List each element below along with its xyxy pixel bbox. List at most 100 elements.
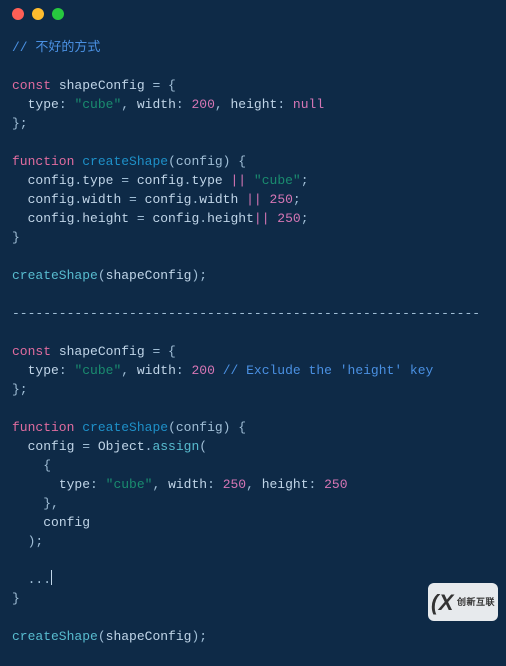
num-250: 250 xyxy=(277,211,300,226)
prop-width: width xyxy=(82,192,121,207)
punct: : xyxy=(176,97,192,112)
punct: (config) { xyxy=(168,154,246,169)
punct: } xyxy=(12,230,20,245)
punct: = { xyxy=(145,78,176,93)
punct: ; xyxy=(199,629,207,644)
ellipsis: ... xyxy=(28,572,51,587)
fn-createShape: createShape xyxy=(82,420,168,435)
fn-createShape: createShape xyxy=(82,154,168,169)
num-200: 200 xyxy=(191,363,214,378)
var-config: config xyxy=(28,173,75,188)
var-config: config xyxy=(145,192,192,207)
var-shapeConfig: shapeConfig xyxy=(106,629,192,644)
punct: ; xyxy=(199,268,207,283)
var-config: config xyxy=(137,173,184,188)
code-block: // 不好的方式 const shapeConfig = { type: "cu… xyxy=(0,28,506,666)
punct: = xyxy=(74,439,97,454)
prop-width: width xyxy=(137,97,176,112)
punct: = xyxy=(121,192,144,207)
num-200: 200 xyxy=(191,97,214,112)
var-config: config xyxy=(28,211,75,226)
keyword-function: function xyxy=(12,154,74,169)
comment-exclude: // Exclude the 'height' key xyxy=(223,363,434,378)
prop-height: height xyxy=(82,211,129,226)
const-null: null xyxy=(293,97,324,112)
var-config: config xyxy=(152,211,199,226)
punct: , xyxy=(121,97,137,112)
punct: }, xyxy=(43,496,59,511)
var-config: config xyxy=(28,192,75,207)
punct: = { xyxy=(145,344,176,359)
string-cube: "cube" xyxy=(74,97,121,112)
punct: ( xyxy=(199,439,207,454)
keyword-const: const xyxy=(12,78,51,93)
string-cube: "cube" xyxy=(254,173,301,188)
prop-type: type xyxy=(28,97,59,112)
punct: { xyxy=(43,458,51,473)
text-cursor-icon xyxy=(51,570,52,585)
op-or: || xyxy=(223,173,254,188)
punct: }; xyxy=(12,382,28,397)
op-or: || xyxy=(254,211,277,226)
prop-height: height xyxy=(207,211,254,226)
keyword-function: function xyxy=(12,420,74,435)
punct: = xyxy=(113,173,136,188)
punct: : xyxy=(176,363,192,378)
window-titlebar xyxy=(0,0,506,28)
call-createShape: createShape xyxy=(12,268,98,283)
watermark-icon: (X xyxy=(431,593,454,612)
num-250: 250 xyxy=(223,477,246,492)
punct: : xyxy=(59,363,75,378)
var-Object: Object xyxy=(98,439,145,454)
op-or: || xyxy=(238,192,269,207)
prop-type: type xyxy=(191,173,222,188)
punct: : xyxy=(277,97,293,112)
punct: . xyxy=(199,211,207,226)
maximize-icon[interactable] xyxy=(52,8,64,20)
minimize-icon[interactable] xyxy=(32,8,44,20)
punct: : xyxy=(59,97,75,112)
var-shapeConfig: shapeConfig xyxy=(106,268,192,283)
var-shapeConfig: shapeConfig xyxy=(59,344,145,359)
punct: } xyxy=(12,591,20,606)
call-createShape: createShape xyxy=(12,629,98,644)
string-cube: "cube" xyxy=(74,363,121,378)
watermark-logo: (X 创新互联 xyxy=(428,583,498,621)
comment-bad-way: // 不好的方式 xyxy=(12,40,100,55)
num-250: 250 xyxy=(270,192,293,207)
fn-assign: assign xyxy=(152,439,199,454)
punct: ( xyxy=(98,268,106,283)
punct: : xyxy=(207,477,223,492)
close-icon[interactable] xyxy=(12,8,24,20)
prop-height: height xyxy=(262,477,309,492)
punct: ; xyxy=(301,173,309,188)
punct: ; xyxy=(35,534,43,549)
punct: ( xyxy=(98,629,106,644)
punct: ; xyxy=(293,192,301,207)
punct: : xyxy=(309,477,325,492)
punct: }; xyxy=(12,116,28,131)
num-250: 250 xyxy=(324,477,347,492)
prop-height: height xyxy=(231,97,278,112)
prop-width: width xyxy=(199,192,238,207)
var-config: config xyxy=(43,515,90,530)
punct: , xyxy=(246,477,262,492)
prop-type: type xyxy=(28,363,59,378)
punct: ; xyxy=(301,211,309,226)
prop-width: width xyxy=(168,477,207,492)
watermark-text: 创新互联 xyxy=(457,593,495,612)
punct: = xyxy=(129,211,152,226)
punct: , xyxy=(121,363,137,378)
divider: ----------------------------------------… xyxy=(12,306,480,321)
punct: , xyxy=(152,477,168,492)
keyword-const: const xyxy=(12,344,51,359)
punct: (config) { xyxy=(168,420,246,435)
prop-width: width xyxy=(137,363,176,378)
punct: : xyxy=(90,477,106,492)
prop-type: type xyxy=(59,477,90,492)
var-config: config xyxy=(28,439,75,454)
punct: , xyxy=(215,97,231,112)
var-shapeConfig: shapeConfig xyxy=(59,78,145,93)
string-cube: "cube" xyxy=(106,477,153,492)
prop-type: type xyxy=(82,173,113,188)
